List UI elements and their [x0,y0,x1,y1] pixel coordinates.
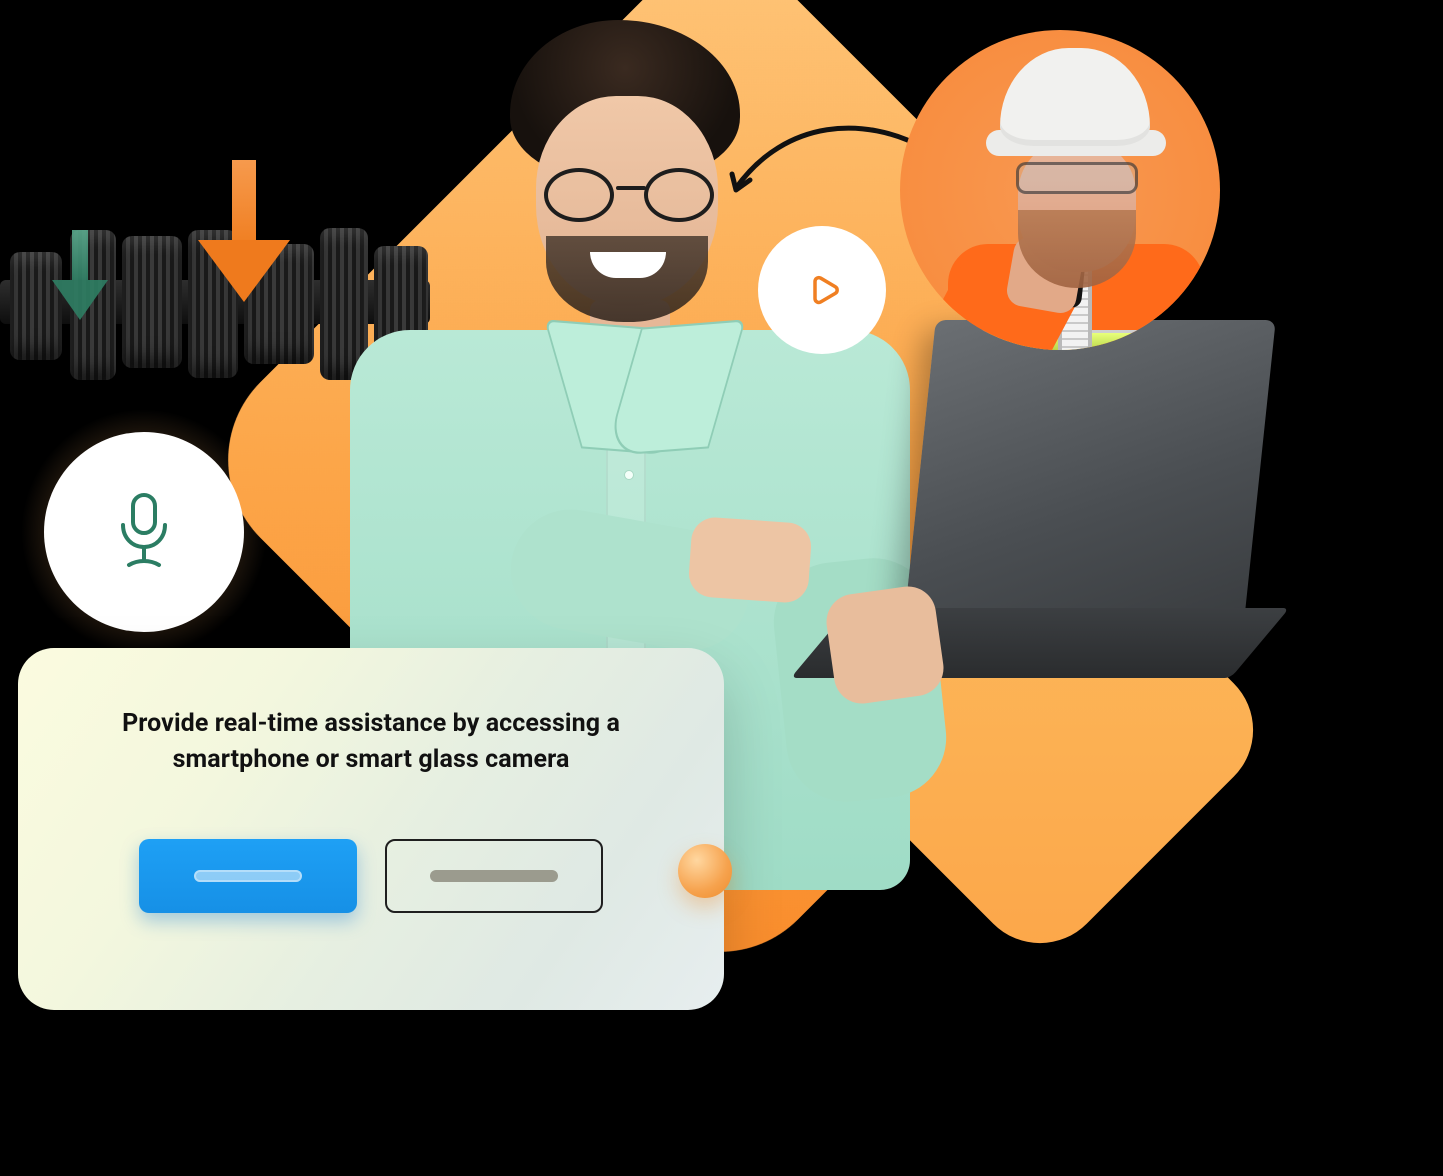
info-card-text: Provide real-time assistance by accessin… [70,706,672,779]
primary-button[interactable] [139,839,357,913]
secondary-button-label-placeholder [430,870,558,882]
play-icon [799,265,845,315]
primary-button-label-placeholder [194,870,302,882]
play-bubble [758,226,886,354]
microphone-icon [109,491,179,573]
accent-dot [678,844,732,898]
arrow-down-green-icon [52,230,108,330]
microphone-bubble [44,432,244,632]
hero-composition: Provide real-time assistance by accessin… [0,0,1443,1176]
secondary-button[interactable] [385,839,603,913]
info-card: Provide real-time assistance by accessin… [18,648,724,1010]
info-card-button-row [70,839,672,913]
field-worker-image [900,30,1220,350]
